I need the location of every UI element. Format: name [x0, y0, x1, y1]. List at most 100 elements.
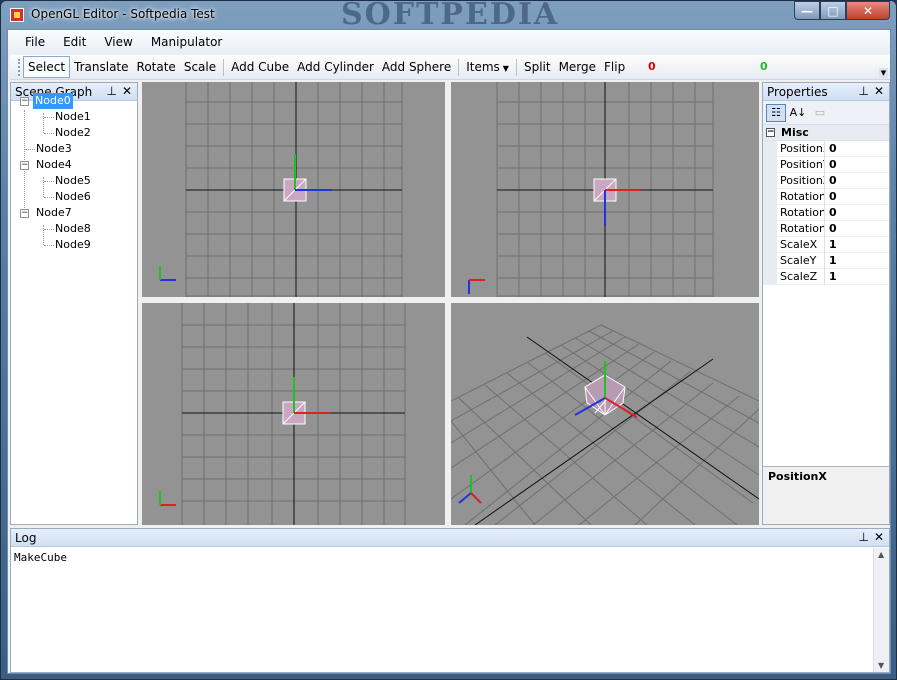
property-category-label: Misc: [781, 126, 809, 139]
close-icon[interactable]: ✕: [874, 84, 884, 98]
tree-node-node8[interactable]: Node8: [53, 221, 93, 237]
menu-view[interactable]: View: [95, 33, 141, 51]
split-button[interactable]: Split: [520, 57, 555, 77]
toolbar-overflow-icon[interactable]: ▼: [879, 68, 888, 78]
tree-node-node1[interactable]: Node1: [53, 109, 93, 125]
window-title: OpenGL Editor - Softpedia Test: [31, 7, 215, 21]
pin-icon[interactable]: ⊥: [859, 84, 869, 98]
app-window: OpenGL Editor - Softpedia Test SOFTPEDIA…: [0, 0, 897, 680]
log-title: Log: [15, 530, 37, 545]
add-cylinder-button[interactable]: Add Cylinder: [293, 57, 378, 77]
property-row[interactable]: RotationZ0: [763, 220, 889, 237]
property-pages-icon[interactable]: ▭: [810, 104, 830, 122]
tree-node-node3[interactable]: Node3: [34, 141, 74, 157]
property-name: RotationX: [777, 188, 825, 205]
property-row[interactable]: RotationY0: [763, 204, 889, 221]
property-value[interactable]: 0: [825, 158, 837, 171]
app-icon[interactable]: [10, 8, 24, 22]
viewport-perspective[interactable]: [451, 303, 759, 525]
watermark-logo: SOFTPEDIA: [341, 0, 560, 32]
viewport-top-right[interactable]: [451, 82, 759, 297]
property-row[interactable]: PositionZ0: [763, 172, 889, 189]
select-button[interactable]: Select: [23, 56, 71, 78]
log-output[interactable]: MakeCube: [11, 547, 889, 568]
status-value-green: 0: [760, 60, 768, 73]
toolbar-separator: [223, 58, 225, 76]
scroll-down-icon[interactable]: ▼: [878, 661, 884, 670]
viewport-top-left[interactable]: [142, 82, 445, 297]
property-value[interactable]: 1: [825, 270, 837, 283]
minimize-button[interactable]: —: [794, 1, 820, 20]
property-value[interactable]: 0: [825, 190, 837, 203]
close-window-button[interactable]: ✕: [846, 1, 890, 20]
property-description: PositionX: [763, 466, 889, 524]
property-name: ScaleZ: [777, 268, 825, 285]
pin-icon[interactable]: ⊥: [859, 530, 869, 544]
viewport-bottom-left[interactable]: [142, 303, 445, 525]
tree-node-node2[interactable]: Node2: [53, 125, 93, 141]
add-sphere-button[interactable]: Add Sphere: [378, 57, 455, 77]
menu-manipulator[interactable]: Manipulator: [142, 33, 232, 51]
viewport-bottom-left-canvas: [159, 303, 406, 525]
merge-button[interactable]: Merge: [555, 57, 600, 77]
collapse-node7-toggle[interactable]: −: [20, 209, 29, 218]
menu-edit[interactable]: Edit: [54, 33, 95, 51]
property-row[interactable]: PositionY 0: [763, 156, 889, 173]
property-value[interactable]: 1: [825, 254, 837, 267]
properties-toolbar: ☷ A↓ ▭: [763, 101, 889, 125]
tree-line: [43, 177, 44, 197]
scene-graph-header: Scene Graph ⊥ ✕: [11, 83, 137, 101]
property-value[interactable]: 0: [825, 222, 837, 235]
caret-down-icon: ▼: [502, 64, 509, 73]
property-value[interactable]: 0: [825, 142, 837, 155]
items-dropdown-button[interactable]: Items ▼: [462, 57, 513, 77]
add-cube-button[interactable]: Add Cube: [227, 57, 293, 77]
tree-node-node0[interactable]: Node0: [33, 93, 73, 109]
log-header: Log ⊥ ✕: [11, 529, 889, 547]
close-icon[interactable]: ✕: [874, 530, 884, 544]
tree-line: [43, 113, 44, 133]
tree-node-node9[interactable]: Node9: [53, 237, 93, 253]
flip-button[interactable]: Flip: [600, 57, 629, 77]
rotate-button[interactable]: Rotate: [133, 57, 180, 77]
tree-node-node7[interactable]: Node7: [34, 205, 74, 221]
scale-button[interactable]: Scale: [180, 57, 220, 77]
menu-bar: File Edit View Manipulator: [8, 30, 890, 54]
collapse-node0-toggle[interactable]: −: [20, 97, 29, 106]
toolbar-grip[interactable]: [18, 58, 21, 76]
viewport-top-left-canvas: [159, 82, 403, 297]
close-icon[interactable]: ✕: [122, 84, 132, 98]
property-row[interactable]: ScaleX 1: [763, 236, 889, 253]
properties-header: Properties ⊥ ✕: [763, 83, 889, 101]
tree-line: [43, 225, 44, 245]
property-category-misc[interactable]: − Misc: [763, 125, 889, 141]
viewport-perspective-canvas: [451, 324, 759, 525]
property-value[interactable]: 0: [825, 206, 837, 219]
property-row[interactable]: PositionX0: [763, 140, 889, 157]
items-label: Items: [466, 60, 500, 74]
collapse-node4-toggle[interactable]: −: [20, 161, 29, 170]
tree-node-node5[interactable]: Node5: [53, 173, 93, 189]
tree-node-node4[interactable]: Node4: [34, 157, 74, 173]
tree-node-node6[interactable]: Node6: [53, 189, 93, 205]
log-scrollbar[interactable]: ▲ ▼: [873, 548, 889, 672]
property-value[interactable]: 0: [825, 174, 837, 187]
title-bar[interactable]: OpenGL Editor - Softpedia Test SOFTPEDIA…: [1, 0, 896, 32]
scroll-up-icon[interactable]: ▲: [878, 550, 884, 559]
property-row[interactable]: ScaleY 1: [763, 252, 889, 269]
pin-icon[interactable]: ⊥: [107, 84, 117, 98]
menu-file[interactable]: File: [16, 33, 54, 51]
property-value[interactable]: 1: [825, 238, 837, 251]
categorized-view-icon[interactable]: ☷: [766, 103, 786, 122]
property-name: ScaleX: [777, 236, 825, 253]
main-toolbar: Select Translate Rotate Scale Add Cube A…: [10, 55, 890, 80]
property-row[interactable]: ScaleZ 1: [763, 268, 889, 285]
viewport-top-right-canvas: [468, 82, 714, 297]
property-name: ScaleY: [777, 252, 825, 269]
alphabetical-sort-icon[interactable]: A↓: [788, 104, 808, 122]
maximize-button[interactable]: □: [820, 1, 846, 20]
status-value-red: 0: [648, 60, 656, 73]
translate-button[interactable]: Translate: [70, 57, 133, 77]
property-row[interactable]: RotationX0: [763, 188, 889, 205]
collapse-category-toggle[interactable]: −: [766, 128, 775, 137]
